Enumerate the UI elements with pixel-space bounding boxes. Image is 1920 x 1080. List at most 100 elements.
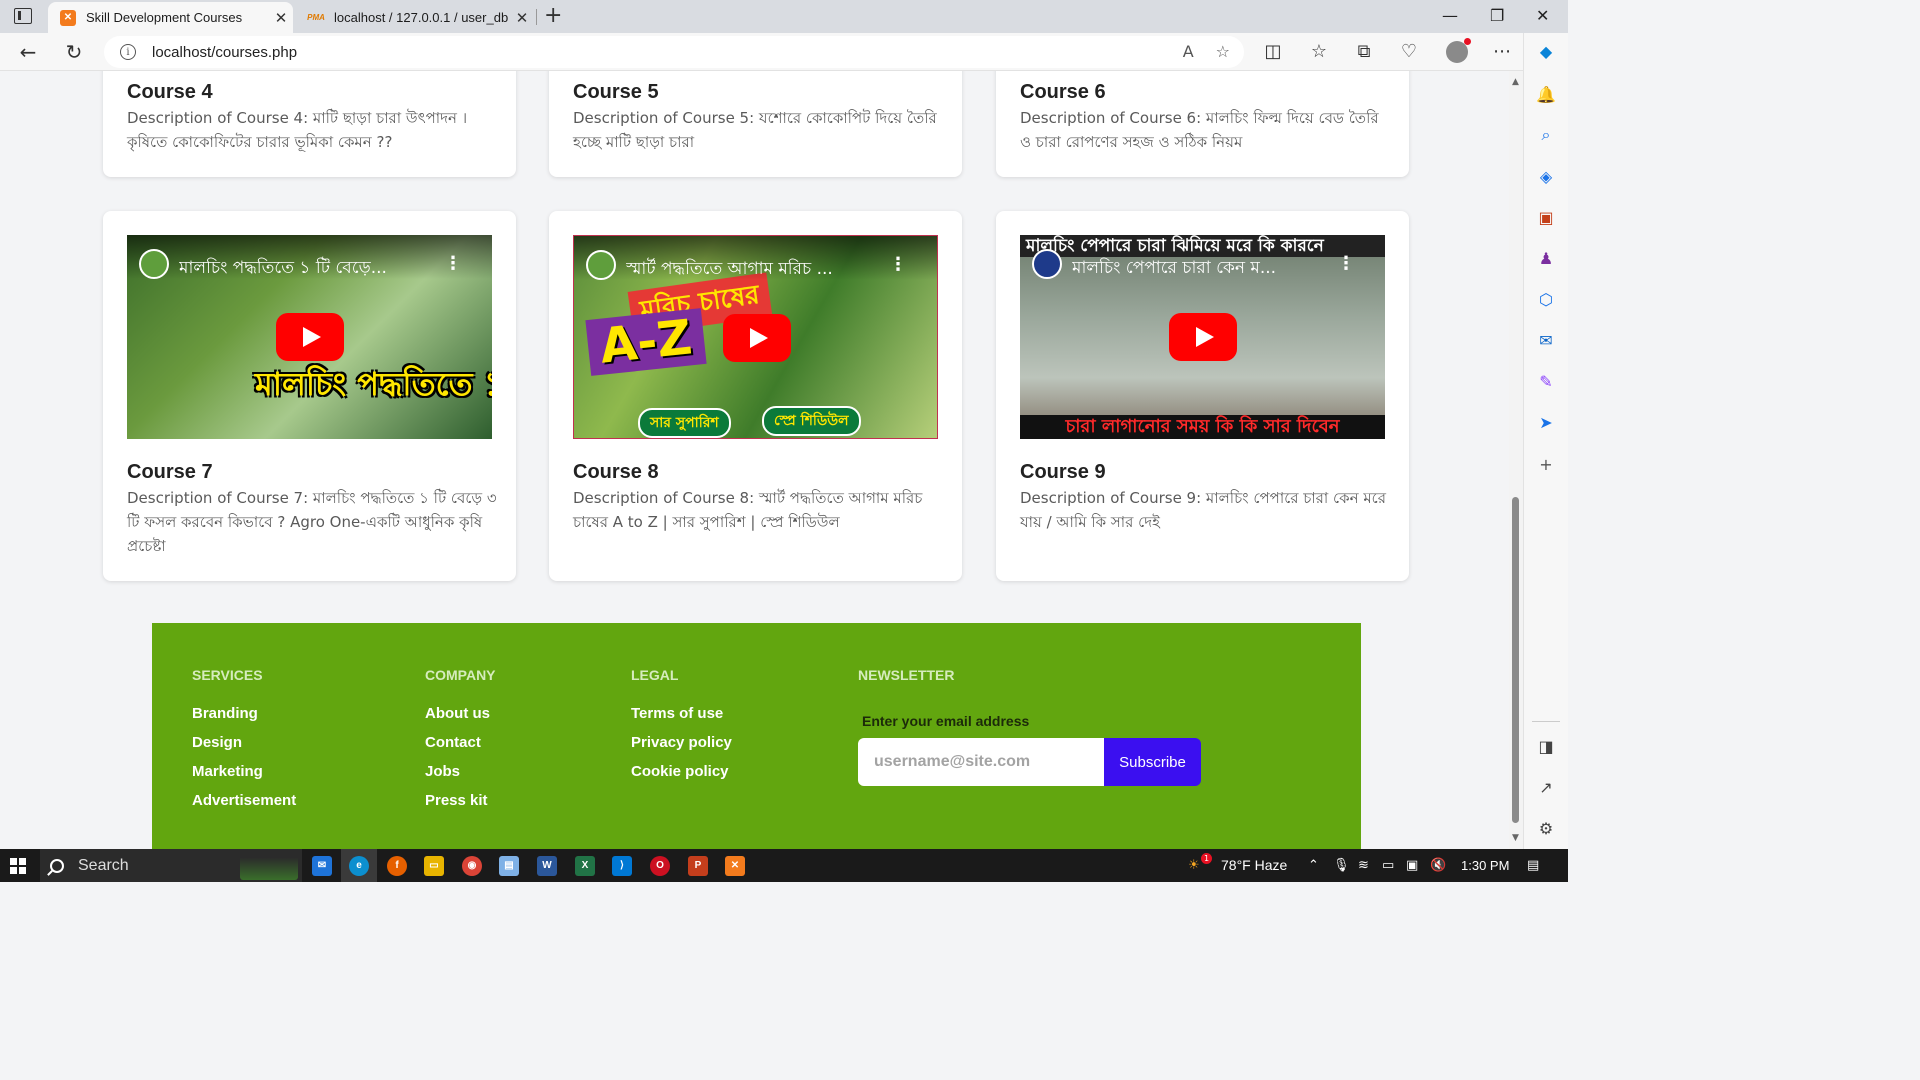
footer-link-cookie[interactable]: Cookie policy: [631, 763, 732, 781]
tab-bar: ✕ Skill Development Courses ✕ PMA localh…: [0, 0, 1568, 33]
video-more-icon[interactable]: ⋮: [444, 255, 462, 273]
minimize-icon[interactable]: —: [1442, 4, 1458, 28]
more-options-icon[interactable]: ⋯: [1491, 42, 1513, 62]
tab-phpmyadmin[interactable]: PMA localhost / 127.0.0.1 / user_db / u …: [296, 2, 534, 33]
youtube-video-embed[interactable]: মালচিং পেপারে চারা ঝিমিয়ে মরে কি কারনে …: [1020, 235, 1385, 439]
footer-link-marketing[interactable]: Marketing: [192, 763, 296, 781]
powerpoint-icon[interactable]: P: [688, 856, 708, 876]
favorites-icon[interactable]: ☆: [1308, 42, 1330, 62]
chrome-icon[interactable]: ◉: [462, 856, 482, 876]
page-scrollbar[interactable]: ▲ ▼: [1509, 71, 1523, 849]
footer-link-about[interactable]: About us: [425, 705, 496, 723]
xampp-icon[interactable]: ✕: [725, 856, 745, 876]
new-tab-icon[interactable]: +: [544, 4, 562, 28]
play-button[interactable]: [276, 313, 344, 361]
channel-avatar[interactable]: [1032, 249, 1062, 279]
footer-link-advertisement[interactable]: Advertisement: [192, 792, 296, 810]
close-icon[interactable]: ✕: [510, 9, 534, 27]
windows-start-icon[interactable]: [10, 858, 26, 874]
tools-icon[interactable]: ▣: [1536, 208, 1556, 228]
outlook-icon[interactable]: ✉: [1536, 331, 1556, 351]
newsletter-email-input[interactable]: [858, 738, 1106, 786]
footer-link-privacy[interactable]: Privacy policy: [631, 734, 732, 752]
scrollbar-thumb[interactable]: [1512, 497, 1519, 823]
tab-title: Skill Development Courses: [86, 10, 243, 25]
hide-sidebar-icon[interactable]: ◨: [1536, 737, 1556, 757]
video-title[interactable]: মালচিং পদ্ধতিতে ১ টি বেড়ে...: [179, 255, 452, 283]
footer-link-design[interactable]: Design: [192, 734, 296, 752]
search-icon[interactable]: ⌕: [1536, 125, 1556, 145]
display-icon[interactable]: ▣: [1406, 858, 1418, 873]
shopping-tag-icon[interactable]: ◈: [1536, 167, 1556, 187]
youtube-video-embed[interactable]: মরিচ চাষের A-Z সার সুপারিশ স্প্রে শিডিউল…: [573, 235, 938, 439]
footer-heading: SERVICES: [192, 667, 263, 683]
weather-badge: 1: [1201, 853, 1212, 864]
battery-icon[interactable]: ▭: [1382, 858, 1394, 873]
favorite-star-icon[interactable]: ☆: [1216, 42, 1230, 61]
games-icon[interactable]: ♟: [1536, 249, 1556, 269]
video-more-icon[interactable]: ⋮: [1337, 255, 1355, 273]
volume-muted-icon[interactable]: 🔇: [1430, 858, 1446, 873]
add-icon[interactable]: +: [1536, 455, 1556, 475]
read-aloud-icon[interactable]: A: [1183, 42, 1194, 61]
url-text[interactable]: localhost/courses.php: [152, 44, 297, 61]
refresh-icon[interactable]: ↻: [60, 39, 88, 65]
browser-essentials-icon[interactable]: ♡: [1398, 42, 1420, 62]
address-bar[interactable]: i localhost/courses.php A ☆: [104, 36, 1244, 68]
subscribe-button[interactable]: Subscribe: [1104, 738, 1201, 786]
file-explorer-icon[interactable]: ▭: [424, 856, 444, 876]
word-icon[interactable]: W: [537, 856, 557, 876]
scroll-down-icon[interactable]: ▼: [1512, 833, 1519, 843]
youtube-video-embed[interactable]: মালচিং পদ্ধতিতে ১ টি বেড়ে... ⋮ মালচিং প…: [127, 235, 492, 439]
edge-icon[interactable]: e: [349, 856, 369, 876]
footer-link-contact[interactable]: Contact: [425, 734, 496, 752]
footer-link-jobs[interactable]: Jobs: [425, 763, 496, 781]
wifi-icon[interactable]: ≋: [1358, 858, 1369, 873]
tab-skill-development[interactable]: ✕ Skill Development Courses ✕: [48, 2, 293, 33]
footer-link-branding[interactable]: Branding: [192, 705, 296, 723]
profile-avatar[interactable]: [1446, 38, 1471, 63]
vscode-icon[interactable]: ⟩: [612, 856, 632, 876]
window-close-icon[interactable]: ✕: [1536, 4, 1549, 28]
notepad-icon[interactable]: ▤: [499, 856, 519, 876]
chevron-up-icon[interactable]: ⌃: [1308, 858, 1319, 873]
collections-icon[interactable]: ⧉: [1353, 42, 1375, 62]
mail-icon[interactable]: ✉: [312, 856, 332, 876]
firefox-icon[interactable]: f: [387, 856, 407, 876]
scroll-up-icon[interactable]: ▲: [1512, 77, 1519, 87]
footer-heading: NEWSLETTER: [858, 667, 955, 683]
notification-center-icon[interactable]: ▤: [1527, 858, 1539, 873]
footer-link-press-kit[interactable]: Press kit: [425, 792, 496, 810]
designer-icon[interactable]: ✎: [1536, 372, 1556, 392]
phpmyadmin-icon: PMA: [307, 13, 325, 22]
info-icon[interactable]: i: [120, 44, 136, 60]
channel-avatar[interactable]: [586, 250, 616, 280]
video-title[interactable]: স্মার্ট পদ্ধতিতে আগাম মরিচ ...: [626, 256, 897, 284]
weather-text[interactable]: 78°F Haze: [1221, 849, 1287, 882]
channel-avatar[interactable]: [139, 249, 169, 279]
send-icon[interactable]: ➤: [1536, 413, 1556, 433]
copilot-icon[interactable]: ◆: [1536, 42, 1556, 62]
course-card: মালচিং পদ্ধতিতে ১ টি বেড়ে... ⋮ মালচিং প…: [103, 211, 516, 581]
video-title[interactable]: মালচিং পেপারে চারা কেন ম...: [1072, 255, 1345, 283]
footer-link-terms[interactable]: Terms of use: [631, 705, 732, 723]
play-button[interactable]: [723, 314, 791, 362]
tab-actions-icon[interactable]: [14, 8, 32, 24]
close-icon[interactable]: ✕: [269, 9, 293, 27]
weather-icon[interactable]: ☀: [1188, 858, 1200, 873]
microphone-icon[interactable]: 🎙: [1333, 858, 1350, 873]
video-more-icon[interactable]: ⋮: [889, 256, 907, 274]
address-toolbar: ← ↻ i localhost/courses.php A ☆ ◫ ☆ ⧉ ♡ …: [0, 33, 1568, 71]
restore-icon[interactable]: ❐: [1490, 4, 1504, 28]
play-button[interactable]: [1169, 313, 1237, 361]
external-link-icon[interactable]: ↗: [1536, 778, 1556, 798]
microsoft-365-icon[interactable]: ⬡: [1536, 290, 1556, 310]
taskbar-search[interactable]: Search: [40, 849, 302, 882]
back-icon[interactable]: ←: [14, 39, 42, 65]
excel-icon[interactable]: X: [575, 856, 595, 876]
settings-gear-icon[interactable]: ⚙: [1536, 819, 1556, 839]
split-screen-icon[interactable]: ◫: [1262, 42, 1284, 62]
notifications-bell-icon[interactable]: 🔔: [1536, 85, 1556, 105]
clock[interactable]: 1:30 PM: [1461, 849, 1509, 882]
opera-icon[interactable]: O: [650, 856, 670, 876]
